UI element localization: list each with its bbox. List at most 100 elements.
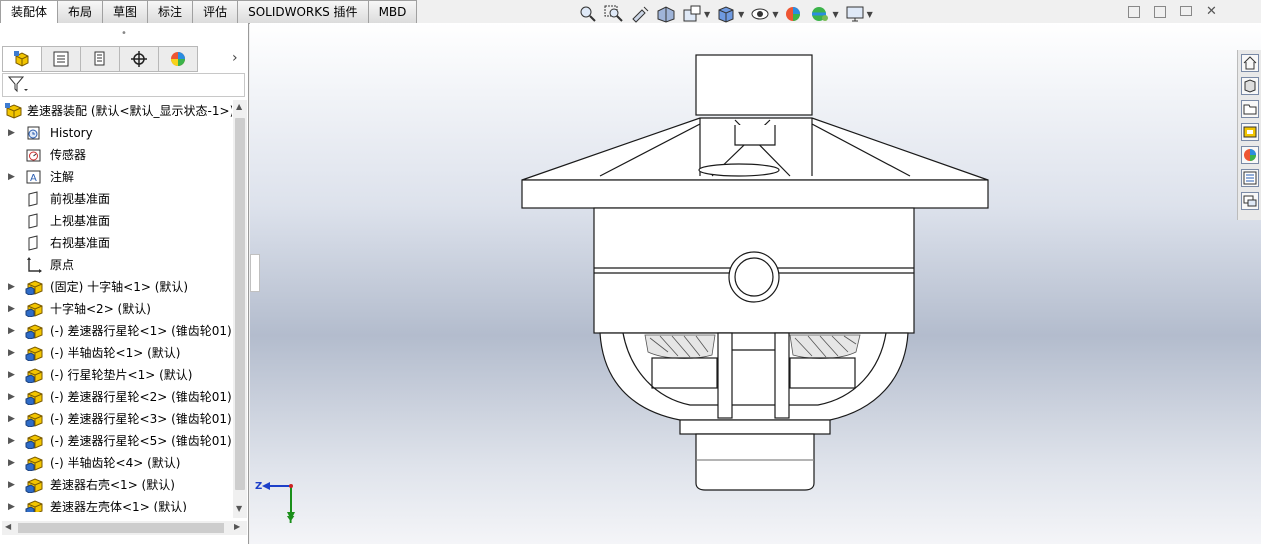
apply-scene-icon[interactable]	[810, 5, 830, 23]
expand-arrow-icon[interactable]: ▶	[8, 298, 15, 320]
scroll-left-icon[interactable]: ◀	[5, 522, 11, 531]
tree-item-label: 原点	[50, 258, 75, 272]
command-tab[interactable]: MBD	[368, 0, 418, 24]
plane-icon	[28, 235, 38, 251]
view-settings-icon[interactable]	[845, 5, 865, 23]
tree-item-label: (-) 差速器行星轮<2> (锥齿轮01)	[50, 390, 232, 404]
expand-arrow-icon[interactable]: ▶	[8, 364, 15, 386]
heads-up-toolbar: ▼ ▼ ▼ ▼ ▼	[578, 4, 873, 24]
tree-root-label: 差速器装配 (默认<默认_显示状态-1>)	[27, 104, 232, 118]
home-icon[interactable]	[1241, 54, 1259, 72]
h-scroll-thumb[interactable]	[18, 523, 224, 533]
manager-tabs	[2, 46, 198, 72]
expand-arrow-icon[interactable]: ▶	[8, 122, 15, 144]
tree-item-label: 差速器右壳<1> (默认)	[50, 478, 175, 492]
chevron-down-icon[interactable]: ▼	[738, 10, 744, 19]
restore-icon[interactable]	[1180, 6, 1192, 16]
tree-vertical-scrollbar[interactable]: ▲ ▼	[233, 100, 247, 518]
section-view-icon[interactable]	[656, 5, 676, 23]
plane-icon	[28, 213, 38, 229]
graphics-area[interactable]: Z Y	[250, 23, 1261, 544]
feature-tree: 差速器装配 (默认<默认_显示状态-1>) ▶ History 传感器 ▶ A 注解 前视基…	[0, 100, 232, 512]
tree-item-label: 差速器左壳体<1> (默认)	[50, 500, 187, 512]
expand-arrow-icon[interactable]: ▶	[8, 166, 15, 188]
document-window-buttons: ✕	[1128, 5, 1217, 18]
chevron-right-icon[interactable]: ›	[232, 50, 238, 66]
part-icon	[25, 434, 43, 449]
expand-arrow-icon[interactable]: ▶	[8, 452, 15, 474]
tree-filter[interactable]	[2, 73, 245, 97]
part-icon	[25, 324, 43, 339]
part-icon	[25, 302, 43, 317]
edit-appearance-icon[interactable]	[784, 5, 804, 23]
chevron-down-icon[interactable]: ▼	[832, 10, 838, 19]
chevron-down-icon[interactable]: ▼	[867, 10, 873, 19]
dynamic-annotation-icon[interactable]	[682, 5, 702, 23]
zoom-to-fit-icon[interactable]	[578, 5, 598, 23]
tree-item-label: (-) 差速器行星轮<1> (锥齿轮01)	[50, 324, 232, 338]
differential-model[interactable]	[250, 23, 1261, 544]
feature-tree-icon	[14, 51, 29, 67]
forum-icon[interactable]	[1241, 192, 1259, 210]
chevron-down-icon[interactable]: ▼	[704, 10, 710, 19]
hide-show-icon[interactable]	[750, 5, 770, 23]
svg-text:A: A	[30, 173, 37, 184]
display-manager-tab[interactable]	[159, 46, 198, 72]
feature-manager-panel: • › 差速器装配 (默认<默认_显示状态-1>) ▶ History 传感器 …	[0, 23, 249, 544]
feature-manager-tab[interactable]	[2, 46, 42, 72]
custom-properties-icon[interactable]	[1241, 169, 1259, 187]
tree-item-label: 上视基准面	[50, 214, 111, 228]
part-icon	[25, 390, 43, 405]
panel-grip[interactable]: •	[0, 23, 248, 45]
panel-collapse-handle[interactable]	[250, 254, 260, 292]
property-manager-tab[interactable]	[42, 46, 81, 72]
tree-item-label: 传感器	[50, 148, 87, 162]
tree-item-label: (-) 差速器行星轮<3> (锥齿轮01)	[50, 412, 232, 426]
previous-view-icon[interactable]	[630, 5, 650, 23]
plane-icon	[28, 191, 38, 207]
history-icon	[27, 126, 40, 140]
expand-arrow-icon[interactable]: ▶	[8, 430, 15, 452]
expand-arrow-icon[interactable]: ▶	[8, 276, 15, 298]
chevron-down-icon[interactable]: ▼	[772, 10, 778, 19]
command-tab[interactable]: 标注	[148, 0, 194, 24]
expand-arrow-icon[interactable]: ▶	[8, 320, 15, 342]
file-explorer-icon[interactable]	[1241, 100, 1259, 118]
command-tab[interactable]: 草图	[103, 0, 149, 24]
close-icon[interactable]: ✕	[1206, 5, 1217, 18]
command-tab[interactable]: 装配体	[0, 0, 59, 24]
assembly-icon	[5, 103, 22, 119]
view-palette-icon[interactable]	[1241, 123, 1259, 141]
scroll-right-icon[interactable]: ▶	[234, 522, 240, 531]
tile-right-icon[interactable]	[1154, 6, 1166, 18]
part-icon	[25, 478, 43, 493]
tree-item-label: 前视基准面	[50, 192, 111, 206]
origin-icon	[27, 257, 42, 273]
expand-arrow-icon[interactable]: ▶	[8, 474, 15, 496]
configuration-manager-tab[interactable]	[81, 46, 120, 72]
part-icon	[25, 346, 43, 361]
part-icon	[25, 412, 43, 427]
tree-item-label: 右视基准面	[50, 236, 111, 250]
design-library-icon[interactable]	[1241, 77, 1259, 95]
appearances-icon[interactable]	[1241, 146, 1259, 164]
expand-arrow-icon[interactable]: ▶	[8, 342, 15, 364]
expand-arrow-icon[interactable]: ▶	[8, 496, 15, 512]
view-orientation-icon[interactable]	[716, 5, 736, 23]
property-manager-icon	[53, 51, 69, 67]
scroll-down-icon[interactable]: ▼	[236, 504, 242, 513]
configuration-icon	[94, 51, 105, 66]
tree-item-label: (固定) 十字轴<1> (默认)	[50, 280, 189, 294]
annotation-icon: A	[26, 170, 41, 184]
tree-horizontal-scrollbar[interactable]: ◀ ▶	[2, 521, 247, 535]
command-tab[interactable]: 布局	[58, 0, 104, 24]
command-tab[interactable]: SOLIDWORKS 插件	[238, 0, 369, 24]
zoom-to-area-icon[interactable]	[604, 5, 624, 23]
expand-arrow-icon[interactable]: ▶	[8, 386, 15, 408]
dimxpert-tab[interactable]	[120, 46, 159, 72]
tile-left-icon[interactable]	[1128, 6, 1140, 18]
scroll-thumb[interactable]	[235, 118, 245, 490]
command-tab[interactable]: 评估	[193, 0, 239, 24]
scroll-up-icon[interactable]: ▲	[236, 102, 242, 111]
expand-arrow-icon[interactable]: ▶	[8, 408, 15, 430]
